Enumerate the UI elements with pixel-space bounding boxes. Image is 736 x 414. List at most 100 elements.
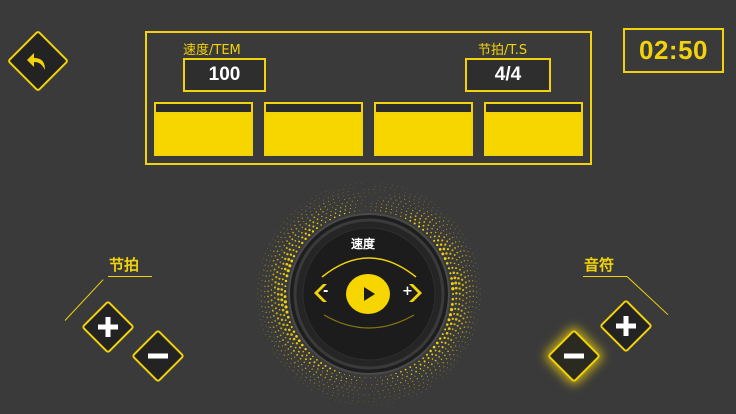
halftone-dot [469,290,471,293]
halftone-dot [438,220,441,223]
halftone-dot [304,358,307,361]
halftone-dot [357,400,359,402]
halftone-dot [456,361,458,363]
note-minus-button[interactable] [547,329,601,383]
halftone-dot [427,356,430,360]
halftone-dot [422,228,425,231]
halftone-dot [447,350,449,353]
halftone-dot [275,341,277,343]
halftone-dot [381,404,383,405]
halftone-dot [289,253,293,256]
halftone-dot [451,317,454,321]
halftone-dot [438,248,442,251]
halftone-dot [443,371,445,373]
halftone-dot [449,232,451,234]
halftone-dot [435,231,437,234]
halftone-dot [347,191,349,193]
beat-indicator-4[interactable] [484,102,583,156]
halftone-dot [270,294,273,297]
halftone-dot [452,349,454,352]
halftone-dot [397,386,399,388]
halftone-dot [290,228,293,231]
halftone-dot [412,209,414,212]
halftone-dot [461,331,464,333]
halftone-dot [371,202,372,204]
halftone-dot [423,212,425,215]
halftone-dot [273,345,276,347]
halftone-dot [434,217,437,219]
halftone-dot [422,208,424,210]
halftone-dot [267,300,270,303]
halftone-dot [436,243,439,247]
halftone-dot [394,195,396,197]
halftone-dot [263,269,265,271]
beat-indicator-1[interactable] [154,102,253,156]
halftone-dot [317,376,319,378]
halftone-dot [316,222,319,225]
halftone-dot [331,383,333,385]
halftone-dot [301,213,303,215]
halftone-dot [301,364,303,366]
halftone-dot [401,374,404,376]
halftone-dot [271,304,274,307]
halftone-dot [290,214,292,215]
halftone-dot [324,206,326,208]
halftone-dot [284,319,287,322]
halftone-dot [271,264,273,267]
halftone-dot [435,354,437,357]
halftone-dot [379,186,381,188]
beat-indicator-2[interactable] [264,102,363,156]
halftone-dot [304,367,307,369]
halftone-dot [404,387,406,390]
halftone-dot [382,379,384,381]
halftone-dot [460,261,462,263]
halftone-dot [271,238,273,240]
minus-icon [564,353,584,359]
halftone-dot [472,285,474,287]
halftone-dot [422,224,425,227]
halftone-dot [430,363,433,366]
halftone-dot [282,272,286,276]
halftone-dot [393,398,395,400]
halftone-dot [408,386,410,388]
halftone-dot [458,256,461,259]
halftone-dot [459,345,460,347]
halftone-dot [280,288,283,291]
beat-plus-button[interactable] [81,300,135,354]
halftone-dot [285,274,289,278]
beat-control-label: 节拍 [109,256,140,274]
tempo-increase-button[interactable]: + [402,280,428,306]
halftone-dot [473,317,475,319]
beat-minus-button[interactable] [131,329,185,383]
halftone-dot [291,342,294,345]
halftone-dot [394,192,395,194]
halftone-dot [433,224,435,227]
halftone-dot [286,228,288,230]
halftone-dot [280,327,283,330]
time-signature-value[interactable]: 4/4 [465,58,551,92]
beat-indicator-3[interactable] [374,102,473,156]
halftone-dot [406,375,408,378]
halftone-dot [277,287,280,291]
halftone-dot [287,217,289,219]
halftone-dot [410,373,413,375]
play-button[interactable] [346,274,390,314]
halftone-dot [475,307,477,309]
beat-label-underline [108,276,152,277]
halftone-dot [287,258,291,261]
tempo-value[interactable]: 100 [183,58,266,92]
halftone-dot [270,299,273,302]
note-plus-button[interactable] [599,299,653,353]
halftone-dot [280,303,284,307]
halftone-dot [323,387,325,389]
halftone-dot [434,349,437,352]
halftone-dot [467,250,469,253]
tempo-decrease-button[interactable]: - [308,280,334,306]
halftone-dot [301,226,304,229]
halftone-dot [298,246,301,249]
back-button[interactable] [6,29,70,93]
halftone-dot [353,396,355,398]
halftone-dot [380,196,382,198]
halftone-dot [464,281,467,284]
halftone-dot [395,210,397,212]
